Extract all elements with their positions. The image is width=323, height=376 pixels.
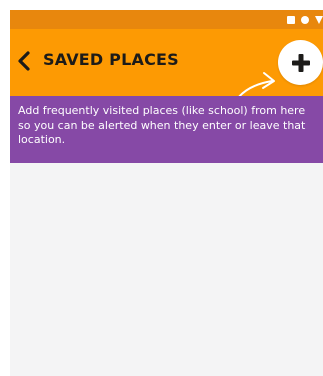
saved-places-list (10, 163, 323, 376)
circle-status-icon (301, 15, 309, 24)
status-bar (10, 10, 323, 29)
square-status-icon (287, 15, 295, 24)
status-icons (287, 15, 323, 24)
back-button[interactable] (12, 49, 36, 73)
info-banner: Add frequently visited places (like scho… (10, 96, 323, 163)
page-title: SAVED PLACES (43, 50, 179, 69)
plus-icon (291, 53, 310, 72)
app-screen: SAVED PLACES Add frequently visited plac… (10, 10, 323, 376)
info-banner-text: Add frequently visited places (like scho… (18, 104, 306, 146)
triangle-status-icon (315, 15, 323, 24)
chevron-left-icon (18, 51, 30, 71)
add-place-button[interactable] (278, 40, 323, 85)
app-bar: SAVED PLACES (10, 29, 323, 129)
